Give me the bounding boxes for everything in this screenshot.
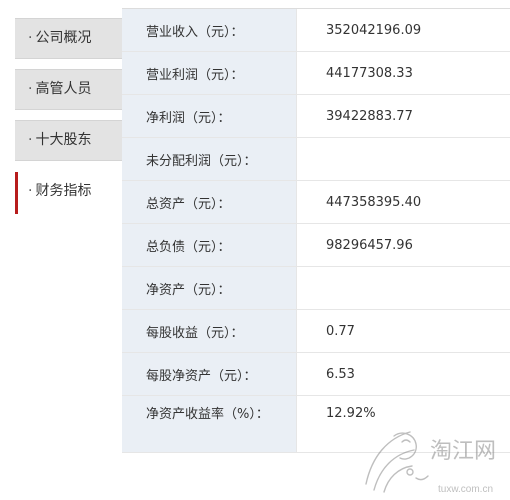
financial-indicators-table: 营业收入（元）： 352042196.09 营业利润（元）： 44177308.…	[122, 8, 510, 453]
sidebar-item-label: 财务指标	[35, 183, 92, 199]
row-label: 总负债（元）：	[122, 224, 296, 266]
row-label: 每股净资产（元）：	[122, 353, 296, 395]
watermark-swoosh	[415, 475, 429, 481]
row-label: 未分配利润（元）：	[122, 138, 296, 180]
row-value: 447358395.40	[296, 181, 510, 223]
row-value: 12.92%	[296, 396, 510, 452]
row-value: 44177308.33	[296, 52, 510, 94]
table-row: 营业利润（元）： 44177308.33	[122, 52, 510, 95]
sidebar-item-financial-indicators[interactable]: · 财务指标	[15, 171, 122, 214]
row-value	[296, 138, 510, 180]
row-value: 6.53	[296, 353, 510, 395]
sidebar-item-company-overview[interactable]: · 公司概况	[15, 18, 122, 59]
stock-info-panel: · 公司概况 · 高管人员 · 十大股东 · 财务指标 营业收入（元）： 3520421…	[0, 0, 510, 500]
row-value: 39422883.77	[296, 95, 510, 137]
row-label: 净资产收益率（%）：	[122, 396, 296, 452]
table-row: 每股净资产（元）： 6.53	[122, 353, 510, 396]
row-value: 352042196.09	[296, 9, 510, 51]
sidebar-item-executives[interactable]: · 高管人员	[15, 69, 122, 110]
bullet-dot: ·	[28, 81, 33, 97]
row-value	[296, 267, 510, 309]
row-label: 总资产（元）：	[122, 181, 296, 223]
row-label: 每股收益（元）：	[122, 310, 296, 352]
watermark-swoosh	[373, 449, 415, 491]
watermark-url: tuxw.com.cn	[438, 484, 493, 495]
table-row: 营业收入（元）： 352042196.09	[122, 9, 510, 52]
table-row: 每股收益（元）： 0.77	[122, 310, 510, 353]
bullet-dot: ·	[28, 30, 33, 46]
table-row: 总资产（元）： 447358395.40	[122, 181, 510, 224]
table-row: 未分配利润（元）：	[122, 138, 510, 181]
table-row: 总负债（元）： 98296457.96	[122, 224, 510, 267]
row-label: 营业收入（元）：	[122, 9, 296, 51]
table-row: 净资产（元）：	[122, 267, 510, 310]
sidebar-item-label: 十大股东	[35, 132, 92, 148]
sidebar-item-label: 高管人员	[35, 81, 92, 97]
table-row: 净利润（元）： 39422883.77	[122, 95, 510, 138]
sidebar-item-label: 公司概况	[35, 30, 92, 46]
row-label: 净资产（元）：	[122, 267, 296, 309]
bullet-dot: ·	[28, 132, 33, 148]
bullet-dot: ·	[28, 183, 33, 199]
sidebar-item-top-shareholders[interactable]: · 十大股东	[15, 120, 122, 161]
row-label: 营业利润（元）：	[122, 52, 296, 94]
row-value: 0.77	[296, 310, 510, 352]
row-label: 净利润（元）：	[122, 95, 296, 137]
watermark-dot	[406, 468, 414, 476]
row-value: 98296457.96	[296, 224, 510, 266]
watermark-swoosh	[383, 465, 413, 493]
sidebar-nav: · 公司概况 · 高管人员 · 十大股东 · 财务指标	[15, 18, 122, 223]
table-row: 净资产收益率（%）： 12.92%	[122, 396, 510, 453]
